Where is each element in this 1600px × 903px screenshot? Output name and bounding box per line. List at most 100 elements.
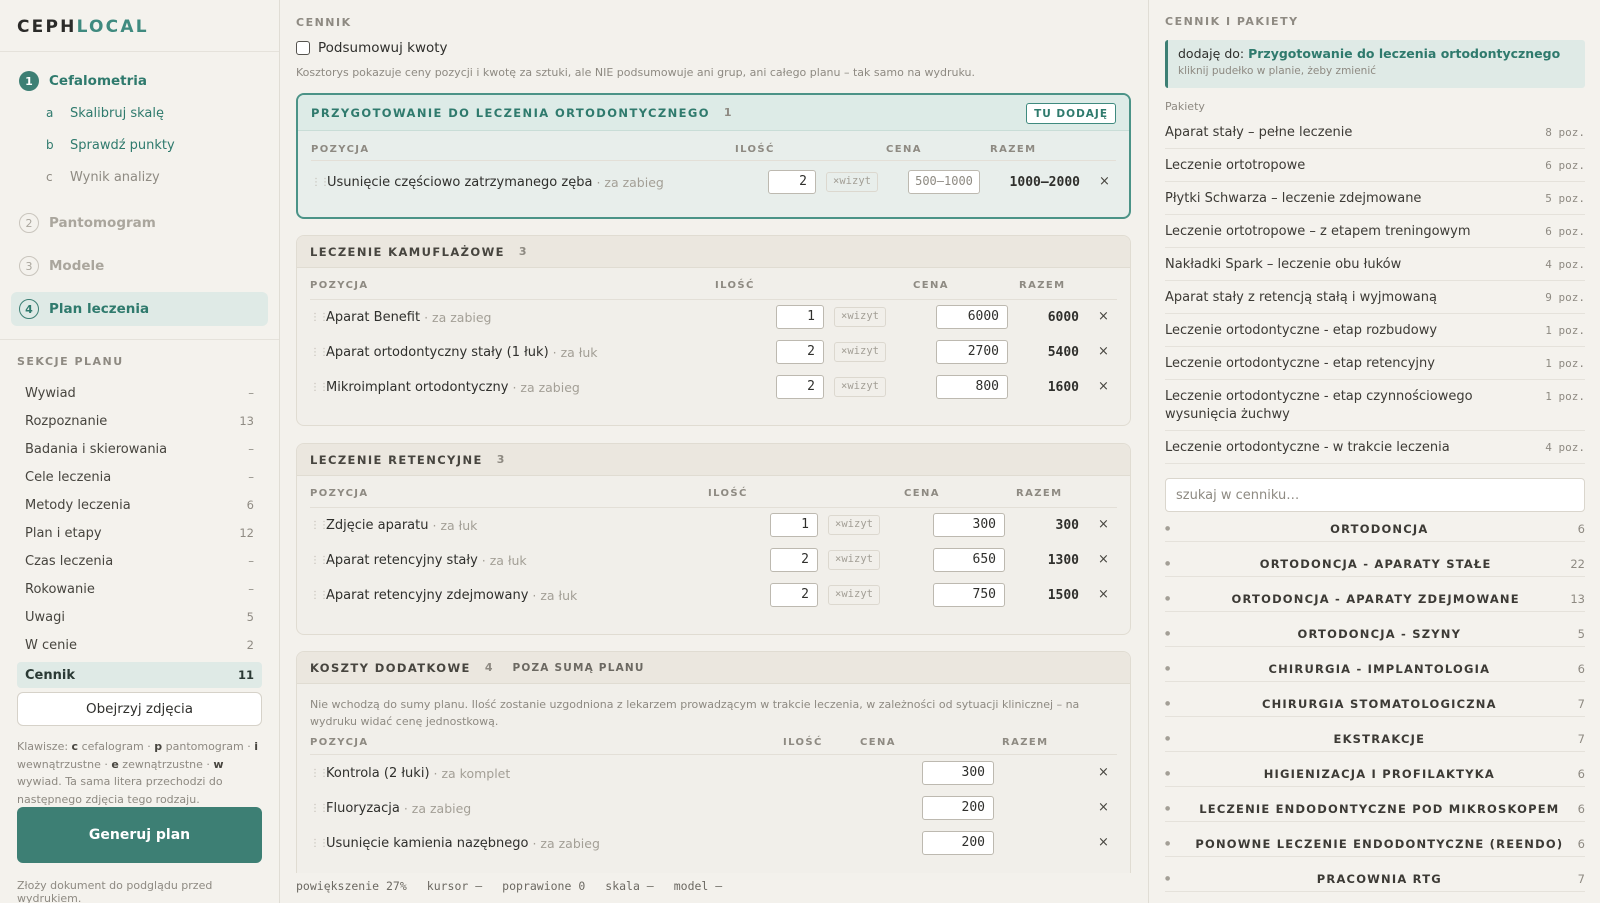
category-item[interactable]: ● CHIRURGIA STOMATOLOGICZNA 7 — [1165, 691, 1585, 717]
add-here-button[interactable]: TU DODAJĘ — [1026, 103, 1116, 124]
price-input[interactable]: 300 — [933, 513, 1005, 537]
category-item[interactable]: ● LECZENIE ENDODONTYCZNE POD MIKROSKOPEM 6 — [1165, 796, 1585, 822]
pricing-panel: CENNIK Podsumowuj kwoty Kosztorys pokazu… — [280, 0, 1148, 903]
section-item-w-cenie[interactable]: W cenie 2 — [17, 632, 262, 658]
section-item-cele[interactable]: Cele leczenia – — [17, 464, 262, 490]
package-item[interactable]: Nakładki Spark – leczenie obu łuków 4 poz… — [1165, 256, 1585, 281]
section-item-wywiad[interactable]: Wywiad – — [17, 380, 262, 406]
price-input[interactable]: 200 — [922, 831, 994, 855]
times-visit-toggle[interactable]: ×wizyt — [826, 172, 878, 192]
category-item[interactable]: ● CHIRURGIA - IMPLANTOLOGIA 6 — [1165, 656, 1585, 682]
step-plan-leczenia[interactable]: 4 Plan leczenia — [11, 292, 268, 326]
col-header-position: POZYCJA — [310, 737, 369, 748]
drag-handle-icon[interactable]: ⋮⋮ — [310, 520, 329, 531]
category-item[interactable]: ● ORTODONCJA - APARATY ZDEJMOWANE 13 — [1165, 586, 1585, 612]
drag-handle-icon[interactable]: ⋮⋮ — [310, 768, 329, 779]
remove-row-icon[interactable]: × — [1098, 517, 1109, 532]
bullet-icon: ● — [1165, 805, 1172, 812]
section-item-uwagi[interactable]: Uwagi 5 — [17, 604, 262, 630]
section-item-plan-etapy[interactable]: Plan i etapy 12 — [17, 520, 262, 546]
substep-check-points[interactable]: b Sprawdź punkty — [46, 134, 175, 156]
generate-plan-button[interactable]: Generuj plan — [17, 807, 262, 863]
plan-group-retencyjne[interactable]: LECZENIE RETENCYJNE 3 POZYCJA ILOŚĆ CENA… — [296, 443, 1131, 635]
price-input[interactable]: 6000 — [936, 305, 1008, 329]
times-visit-toggle[interactable]: ×wizyt — [828, 550, 880, 570]
drag-handle-icon[interactable]: ⋮⋮ — [310, 555, 329, 566]
package-item[interactable]: Płytki Schwarza – leczenie zdejmowane 5 p… — [1165, 190, 1585, 215]
category-item[interactable]: ● ORTODONCJA - APARATY STAŁE 22 — [1165, 551, 1585, 577]
quantity-input[interactable]: 1 — [776, 305, 824, 329]
remove-row-icon[interactable]: × — [1098, 800, 1109, 815]
quantity-input[interactable]: 1 — [770, 513, 818, 537]
quantity-input[interactable]: 2 — [770, 548, 818, 572]
section-item-metody[interactable]: Metody leczenia 6 — [17, 492, 262, 518]
drag-handle-icon[interactable]: ⋮⋮ — [310, 382, 329, 393]
category-item[interactable]: ● HIGIENIZACJA I PROFILAKTYKA 6 — [1165, 761, 1585, 787]
plan-group-kamuflazowe[interactable]: LECZENIE KAMUFLAŻOWE 3 POZYCJA ILOŚĆ CEN… — [296, 235, 1131, 426]
times-visit-toggle[interactable]: ×wizyt — [828, 585, 880, 605]
price-input[interactable]: 750 — [933, 583, 1005, 607]
remove-row-icon[interactable]: × — [1098, 379, 1109, 394]
package-item[interactable]: Leczenie ortodontyczne - etap rozbudowy 1… — [1165, 322, 1585, 347]
step-pantomogram[interactable]: 2 Pantomogram — [11, 206, 268, 240]
package-item[interactable]: Aparat stały z retencją stałą i wyjmowan… — [1165, 289, 1585, 314]
sum-amounts-toggle[interactable]: Podsumowuj kwoty — [296, 40, 448, 56]
price-input[interactable]: 800 — [936, 375, 1008, 399]
quantity-input[interactable]: 2 — [776, 375, 824, 399]
drag-handle-icon[interactable]: ⋮⋮ — [310, 347, 329, 358]
remove-row-icon[interactable]: × — [1098, 344, 1109, 359]
category-item[interactable]: ● ORTODONCJA 6 — [1165, 516, 1585, 542]
drag-handle-icon[interactable]: ⋮⋮ — [310, 838, 329, 849]
times-visit-toggle[interactable]: ×wizyt — [834, 377, 886, 397]
price-input[interactable]: 2700 — [936, 340, 1008, 364]
category-item[interactable]: ● PRACOWNIA RTG 7 — [1165, 866, 1585, 892]
times-visit-toggle[interactable]: ×wizyt — [828, 515, 880, 535]
remove-row-icon[interactable]: × — [1098, 309, 1109, 324]
package-item[interactable]: Aparat stały – pełne leczenie 8 poz. — [1165, 124, 1585, 149]
package-item[interactable]: Leczenie ortodontyczne - etap czynnościo… — [1165, 388, 1585, 431]
remove-row-icon[interactable]: × — [1098, 587, 1109, 602]
view-photos-button[interactable]: Obejrzyj zdjęcia — [17, 692, 262, 726]
times-visit-toggle[interactable]: ×wizyt — [834, 307, 886, 327]
section-item-cennik[interactable]: Cennik 11 — [17, 662, 262, 688]
drag-handle-icon[interactable]: ⋮⋮ — [310, 803, 329, 814]
drag-handle-icon[interactable]: ⋮⋮ — [311, 177, 330, 188]
col-header-total: RAZEM — [1016, 488, 1063, 499]
substep-calibrate-scale[interactable]: a Skalibruj skalę — [46, 102, 164, 124]
remove-row-icon[interactable]: × — [1098, 835, 1109, 850]
section-item-badania[interactable]: Badania i skierowania – — [17, 436, 262, 462]
remove-row-icon[interactable]: × — [1098, 552, 1109, 567]
plan-group-przygotowanie[interactable]: PRZYGOTOWANIE DO LECZENIA ORTODONTYCZNEG… — [296, 93, 1131, 219]
sum-amounts-checkbox[interactable] — [296, 41, 310, 55]
price-input[interactable]: 300 — [922, 761, 994, 785]
plan-group-koszty-dodatkowe[interactable]: KOSZTY DODATKOWE 4 POZA SUMĄ PLANU Nie w… — [296, 651, 1131, 873]
price-input[interactable]: 500–1000 — [908, 170, 980, 194]
quantity-input[interactable]: 2 — [770, 583, 818, 607]
step-modele[interactable]: 3 Modele — [11, 249, 268, 283]
category-item[interactable]: ● EKSTRAKCJE 7 — [1165, 726, 1585, 752]
package-item[interactable]: Leczenie ortodontyczne - w trakcie lecze… — [1165, 439, 1585, 464]
step-number: 3 — [19, 256, 39, 276]
drag-handle-icon[interactable]: ⋮⋮ — [310, 312, 329, 323]
substep-analysis-result[interactable]: c Wynik analizy — [46, 166, 160, 188]
category-item[interactable]: ● PONOWNE LECZENIE ENDODONTYCZNE (REENDO)… — [1165, 831, 1585, 857]
package-item[interactable]: Leczenie ortotropowe – z etapem treningo… — [1165, 223, 1585, 248]
remove-row-icon[interactable]: × — [1099, 174, 1110, 189]
section-item-czas[interactable]: Czas leczenia – — [17, 548, 262, 574]
times-visit-toggle[interactable]: ×wizyt — [834, 342, 886, 362]
package-item[interactable]: Leczenie ortotropowe 6 poz. — [1165, 157, 1585, 182]
pricelist-search-input[interactable] — [1165, 478, 1585, 512]
price-input[interactable]: 200 — [922, 796, 994, 820]
category-item[interactable]: ● ORTODONCJA - SZYNY 5 — [1165, 621, 1585, 647]
target-group-box: dodaję do: Przygotowanie do leczenia ort… — [1165, 40, 1585, 88]
package-item[interactable]: Leczenie ortodontyczne - etap retencyjny… — [1165, 355, 1585, 380]
drag-handle-icon[interactable]: ⋮⋮ — [310, 590, 329, 601]
section-item-rozpoznanie[interactable]: Rozpoznanie 13 — [17, 408, 262, 434]
step-cefalometria[interactable]: 1 Cefalometria — [11, 64, 268, 98]
price-input[interactable]: 650 — [933, 548, 1005, 572]
keyboard-hint: Klawisze: c cefalogram · p pantomogram ·… — [17, 740, 259, 806]
section-item-rokowanie[interactable]: Rokowanie – — [17, 576, 262, 602]
quantity-input[interactable]: 2 — [768, 170, 816, 194]
remove-row-icon[interactable]: × — [1098, 765, 1109, 780]
quantity-input[interactable]: 2 — [776, 340, 824, 364]
